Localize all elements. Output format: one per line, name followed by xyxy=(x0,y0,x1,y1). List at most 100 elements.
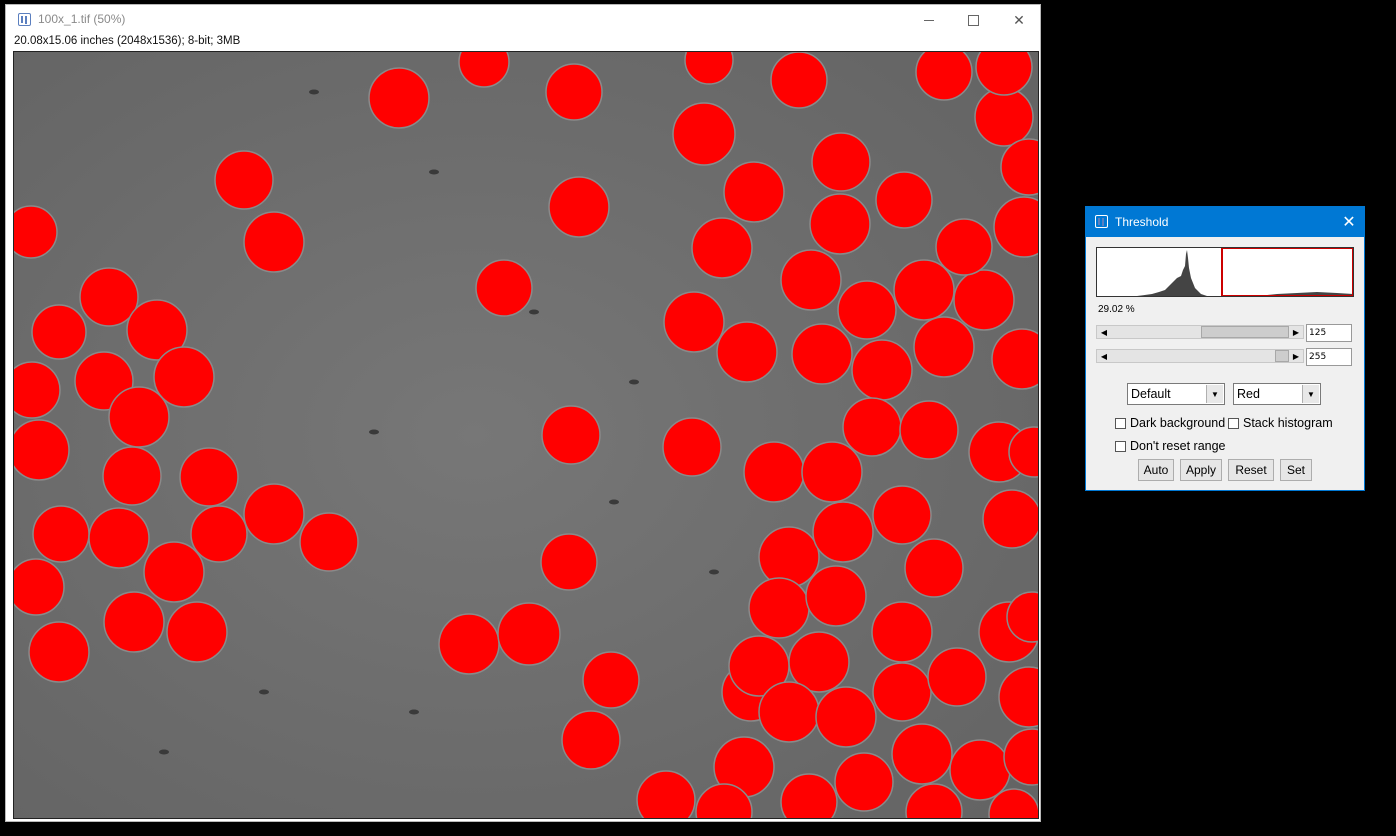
close-icon: ✕ xyxy=(1013,11,1025,28)
particle-overlay xyxy=(582,651,640,709)
particle-overlay xyxy=(299,512,359,572)
particle-overlay xyxy=(805,565,867,627)
particle-overlay xyxy=(368,67,430,129)
threshold-title: Threshold xyxy=(1115,215,1169,229)
stack-histogram-checkbox[interactable] xyxy=(1228,418,1239,429)
threshold-percent: 29.02 % xyxy=(1098,304,1135,315)
particle-overlay xyxy=(743,441,805,503)
minimize-button[interactable] xyxy=(906,5,952,35)
particle-overlay xyxy=(541,405,601,465)
particle-overlay xyxy=(982,489,1038,549)
particle-overlay xyxy=(540,533,598,591)
particle-overlay xyxy=(872,662,932,722)
particle-overlay xyxy=(662,417,722,477)
right-arrow-icon[interactable]: ▶ xyxy=(1289,350,1303,362)
particle-overlay xyxy=(891,723,953,785)
set-button[interactable]: Set xyxy=(1280,459,1312,481)
right-arrow-icon[interactable]: ▶ xyxy=(1289,326,1303,338)
particle-overlay xyxy=(842,397,902,457)
dark-speck xyxy=(369,429,379,435)
particle-overlay xyxy=(770,52,828,109)
particle-overlay xyxy=(14,419,70,481)
threshold-close-button[interactable]: ✕ xyxy=(1334,207,1364,237)
max-threshold-field[interactable]: 255 xyxy=(1306,348,1352,366)
particle-overlay xyxy=(561,710,621,770)
method-value: Default xyxy=(1131,387,1171,401)
dark-background-checkbox[interactable] xyxy=(1115,418,1126,429)
particle-overlay xyxy=(927,647,987,707)
particle-overlay xyxy=(88,507,150,569)
display-dropdown[interactable]: Red ▼ xyxy=(1233,383,1321,405)
particle-overlay xyxy=(31,304,87,360)
dark-speck xyxy=(159,749,169,755)
particle-overlay xyxy=(691,217,753,279)
particle-overlay xyxy=(663,291,725,353)
particle-overlay xyxy=(801,441,863,503)
image-info: 20.08x15.06 inches (2048x1536); 8-bit; 3… xyxy=(14,35,241,47)
particle-overlay xyxy=(949,739,1011,801)
image-canvas[interactable] xyxy=(13,51,1039,819)
histogram xyxy=(1096,247,1354,297)
particle-overlay xyxy=(893,259,955,321)
particle-overlay xyxy=(812,501,874,563)
left-arrow-icon[interactable]: ◀ xyxy=(1097,326,1111,338)
image-window-titlebar[interactable]: 100x_1.tif (50%) ✕ xyxy=(6,5,1040,35)
particle-overlay xyxy=(809,193,871,255)
particle-overlay xyxy=(143,541,205,603)
minimize-icon xyxy=(924,19,934,21)
chevron-down-icon: ▼ xyxy=(1302,385,1319,403)
particle-overlay xyxy=(974,87,1034,147)
particle-overlay xyxy=(780,249,842,311)
particle-overlay xyxy=(497,602,561,666)
stack-histogram-label: Stack histogram xyxy=(1243,416,1333,430)
particle-overlay xyxy=(475,259,533,317)
particle-overlay xyxy=(214,150,274,210)
min-threshold-field[interactable]: 125 xyxy=(1306,324,1352,342)
histogram-plot xyxy=(1097,247,1354,297)
particle-overlay xyxy=(899,400,959,460)
particle-overlay xyxy=(875,171,933,229)
min-threshold-slider[interactable]: ◀ ▶ xyxy=(1096,325,1304,339)
particle-overlay xyxy=(915,52,973,101)
dont-reset-range-label: Don't reset range xyxy=(1130,439,1226,453)
particle-overlay xyxy=(815,686,877,748)
particle-overlay xyxy=(166,601,228,663)
chevron-down-icon: ▼ xyxy=(1206,385,1223,403)
slider-thumb[interactable] xyxy=(1201,326,1289,338)
particle-overlay xyxy=(837,280,897,340)
particle-overlay xyxy=(913,316,975,378)
auto-button[interactable]: Auto xyxy=(1138,459,1174,481)
method-dropdown[interactable]: Default ▼ xyxy=(1127,383,1225,405)
maximize-button[interactable] xyxy=(950,5,996,35)
particle-overlay xyxy=(748,577,810,639)
dark-speck xyxy=(429,169,439,175)
particle-overlay xyxy=(811,132,871,192)
apply-button[interactable]: Apply xyxy=(1180,459,1222,481)
particle-overlay xyxy=(953,269,1015,331)
max-threshold-slider[interactable]: ◀ ▶ xyxy=(1096,349,1304,363)
threshold-titlebar[interactable]: Threshold ✕ xyxy=(1086,207,1364,237)
particle-overlay xyxy=(32,505,90,563)
left-arrow-icon[interactable]: ◀ xyxy=(1097,350,1111,362)
particle-overlay xyxy=(791,323,853,385)
maximize-icon xyxy=(967,14,979,26)
display-value: Red xyxy=(1237,387,1260,401)
threshold-range xyxy=(1221,247,1354,297)
thresholded-image xyxy=(14,52,1038,818)
reset-button[interactable]: Reset xyxy=(1228,459,1274,481)
particle-overlay xyxy=(871,601,933,663)
particle-overlay xyxy=(108,386,170,448)
dark-speck xyxy=(259,689,269,695)
close-button[interactable]: ✕ xyxy=(996,5,1042,35)
particle-overlay xyxy=(758,526,820,588)
particle-overlay xyxy=(758,681,820,743)
particle-overlay xyxy=(28,621,90,683)
dark-speck xyxy=(529,309,539,315)
slider-thumb[interactable] xyxy=(1275,350,1289,362)
threshold-dialog: Threshold ✕ 29.02 % ◀ ▶ 125 ◀ ▶ 255 Defa… xyxy=(1085,206,1365,491)
particle-overlay xyxy=(14,205,58,259)
dont-reset-range-checkbox[interactable] xyxy=(1115,441,1126,452)
particle-overlay xyxy=(102,446,162,506)
imagej-icon xyxy=(1095,215,1108,228)
particle-overlay xyxy=(243,211,305,273)
